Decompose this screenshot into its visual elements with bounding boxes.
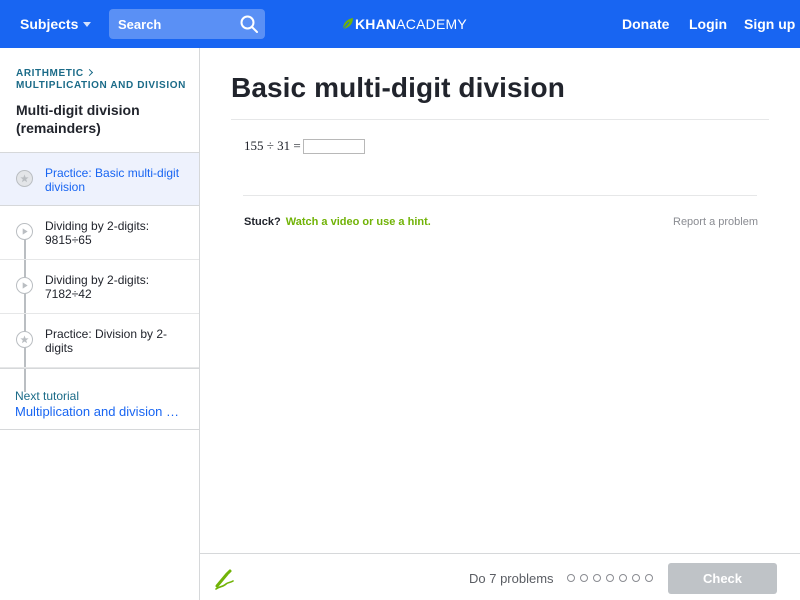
next-tutorial-label: Next tutorial [15, 389, 80, 403]
logo-text-academy: ACADEMY [396, 16, 467, 32]
next-tutorial-title: Multiplication and division word problem… [15, 404, 185, 419]
sidebar-item-label: Practice: Division by 2-digits [45, 327, 168, 355]
login-link[interactable]: Login [689, 16, 727, 32]
problem-progress-dots [567, 574, 653, 582]
breadcrumb-arithmetic[interactable]: Arithmetic [16, 68, 84, 79]
problem-expression: 155 ÷ 31 = [244, 138, 301, 153]
page-title: Basic multi-digit division [231, 72, 565, 103]
khan-academy-logo[interactable]: KHAN ACADEMY [342, 15, 467, 33]
progress-dot [632, 574, 640, 582]
title-divider [231, 119, 769, 120]
sidebar-item-practice-2-digits[interactable]: Practice: Division by 2-digits [0, 314, 199, 368]
star-icon [16, 331, 33, 348]
stuck-label: Stuck? [244, 216, 281, 228]
scratchpad-pencil-icon[interactable] [213, 568, 235, 590]
sidebar-item-label: Dividing by 2-digits: 7182÷42 [45, 273, 150, 301]
do-problems-label: Do 7 problems [469, 571, 554, 586]
next-tutorial-link[interactable]: Next tutorial Multiplication and divisio… [0, 368, 199, 430]
check-button[interactable]: Check [668, 563, 777, 594]
subjects-menu-button[interactable]: Subjects [20, 16, 92, 32]
search-box[interactable]: Search [109, 9, 265, 39]
signup-link[interactable]: Sign up [744, 16, 795, 32]
sidebar-item-practice-basic[interactable]: Practice: Basic multi-digit division [0, 152, 199, 206]
chevron-right-icon [85, 68, 93, 77]
exercise-footer: Do 7 problems Check [200, 553, 800, 600]
star-icon [16, 170, 33, 187]
progress-dot [606, 574, 614, 582]
report-problem-link[interactable]: Report a problem [673, 216, 758, 228]
play-icon [16, 277, 33, 294]
progress-dot [645, 574, 653, 582]
progress-dot [593, 574, 601, 582]
caret-down-icon [83, 22, 92, 27]
sidebar-item-video-9815[interactable]: Dividing by 2-digits: 9815÷65 [0, 206, 199, 260]
hint-link[interactable]: Watch a video or use a hint. [286, 216, 431, 228]
breadcrumb: ArithmeticMultiplication and division [16, 68, 188, 92]
logo-text-khan: KHAN [355, 16, 397, 32]
progress-dot [580, 574, 588, 582]
problem-divider [243, 195, 757, 196]
breadcrumb-multiplication-division[interactable]: Multiplication and division [16, 80, 186, 91]
problem-statement: 155 ÷ 31 = [244, 138, 365, 154]
sidebar-item-label: Dividing by 2-digits: 9815÷65 [45, 219, 150, 247]
tutorial-item-list: Practice: Basic multi-digit division Div… [0, 152, 199, 368]
progress-dot [619, 574, 627, 582]
play-icon [16, 223, 33, 240]
stuck-section: Stuck? Watch a video or use a hint. [244, 216, 431, 228]
answer-input[interactable] [302, 138, 365, 154]
donate-link[interactable]: Donate [622, 16, 669, 32]
tutorial-sidebar: ArithmeticMultiplication and division Mu… [0, 48, 200, 600]
sidebar-item-video-7182[interactable]: Dividing by 2-digits: 7182÷42 [0, 260, 199, 314]
search-input[interactable]: Search [118, 17, 161, 32]
subjects-label: Subjects [20, 16, 79, 32]
top-navigation-bar: Subjects Search KHAN ACADEMY Donate Login… [0, 0, 800, 48]
search-icon[interactable] [239, 14, 259, 34]
sidebar-item-label: Practice: Basic multi-digit division [45, 166, 180, 194]
tutorial-title: Multi-digit division (remainders) [16, 102, 140, 136]
progress-dot [567, 574, 575, 582]
leaf-logo-icon [342, 18, 353, 30]
